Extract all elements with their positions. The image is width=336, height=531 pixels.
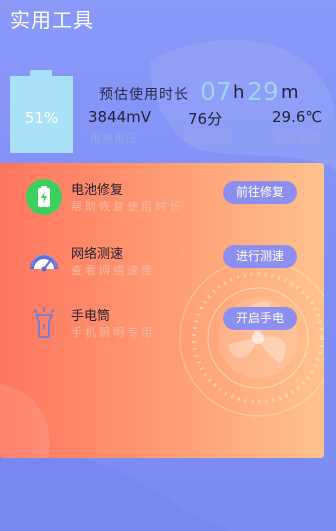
flashlight-icon [33, 307, 55, 338]
tool-title-flashlight: 手电筒 [71, 309, 111, 324]
tool-subtitle-network-speed: 查看网络速度 [71, 264, 155, 277]
network-speed-button[interactable]: 进行测速 [223, 245, 297, 268]
stat-voltage-value: 3844mV [88, 108, 152, 126]
tool-row-battery-repair[interactable]: 电池修复 帮助恢复使用时长 前往修复 [0, 179, 324, 229]
tools-card: 电池修复 帮助恢复使用时长 前往修复 网络测速 查看网络速度 进行测速 手电筒 … [0, 163, 324, 458]
estimate-hours: 07 [200, 77, 232, 106]
stat-temperature-value: 29.6℃ [272, 108, 323, 126]
battery-repair-button[interactable]: 前往修复 [223, 181, 297, 204]
stat-temperature-label: 电池温度 [274, 132, 322, 145]
estimate-hours-unit: h [233, 82, 245, 103]
tool-row-flashlight[interactable]: 手电筒 手机照明专用 开启手电 [0, 305, 324, 355]
estimate-label: 预估使用时长 [99, 87, 189, 103]
battery-body: 51% [10, 76, 73, 153]
tool-title-network-speed: 网络测速 [71, 247, 124, 262]
battery-percent: 51% [24, 109, 59, 127]
estimate-minutes-unit: m [281, 82, 299, 103]
flashlight-button[interactable]: 开启手电 [223, 307, 297, 330]
stat-voltage-label: 电池电压 [90, 132, 138, 145]
stat-status-label: 电池状态 [183, 132, 231, 145]
tool-row-network-speed[interactable]: 网络测速 查看网络速度 进行测速 [0, 243, 324, 293]
stat-status-value: 76分 [188, 110, 223, 128]
battery-repair-icon [26, 179, 62, 215]
tool-subtitle-flashlight: 手机照明专用 [71, 326, 155, 339]
page-title: 实用工具 [10, 8, 94, 32]
estimate-minutes: 29 [247, 77, 279, 106]
tool-subtitle-battery-repair: 帮助恢复使用时长 [71, 200, 183, 213]
battery-indicator: 51% [10, 70, 73, 153]
tool-title-battery-repair: 电池修复 [71, 183, 124, 198]
speedometer-icon [30, 254, 58, 272]
